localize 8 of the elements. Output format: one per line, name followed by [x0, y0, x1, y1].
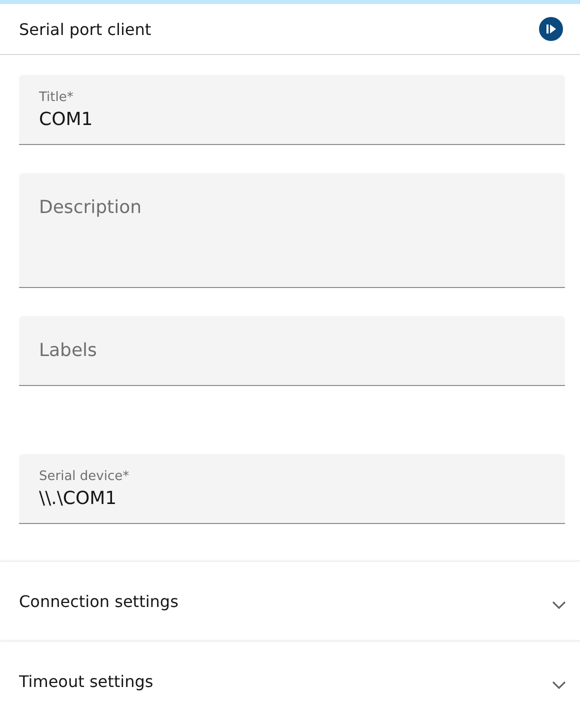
input-field[interactable]: Serial device* \\.\COM1 [19, 454, 565, 524]
input-field[interactable]: Labels [19, 316, 565, 386]
accordion-header[interactable]: Timeout settings [0, 642, 580, 701]
input-field[interactable]: Description [19, 173, 565, 288]
accordion-header[interactable]: Connection settings [0, 562, 580, 640]
panel-title: Serial port client [19, 20, 152, 38]
input-field[interactable]: Title* COM1 [19, 75, 565, 145]
play-icon[interactable] [539, 17, 563, 41]
